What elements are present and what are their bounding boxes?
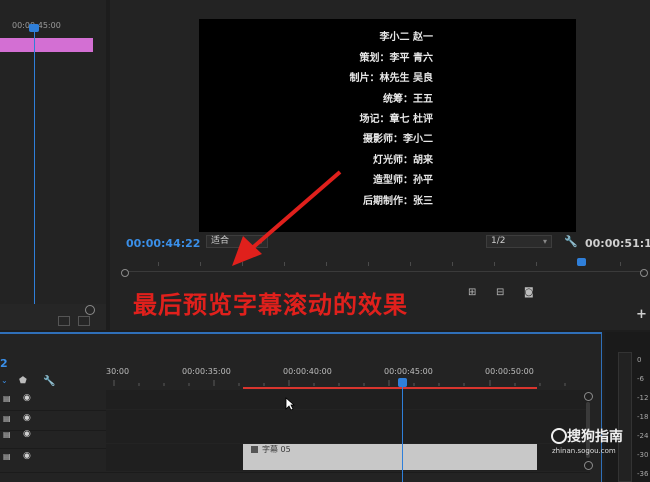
meter-label: -18 <box>637 413 649 421</box>
zoom-fit-select[interactable]: 适合 ▾ <box>206 235 268 248</box>
film-icon[interactable]: ▤ <box>3 394 11 403</box>
credit-line: 造型师：孙平 <box>373 175 433 186</box>
camera-icon[interactable]: ◙ <box>524 288 536 298</box>
ruler-label: 00:00:45:00 <box>384 367 433 376</box>
eye-icon[interactable]: ◉ <box>23 413 31 423</box>
annotation-caption: 最后预览字幕滚动的效果 <box>133 291 408 319</box>
credit-line: 策划：李平 青六 <box>359 53 433 64</box>
mouse-cursor-icon <box>285 397 295 411</box>
ruler-tick <box>494 262 495 266</box>
film-icon[interactable]: ▤ <box>3 452 11 461</box>
track-area[interactable] <box>106 390 590 409</box>
meter-label: -6 <box>637 375 644 383</box>
credit-line: 场记：章七 杜评 <box>359 114 433 125</box>
timeline-playhead-line <box>402 386 403 482</box>
ruler-tick <box>284 262 285 266</box>
ruler-label: 00:00:50:00 <box>485 367 534 376</box>
current-timecode[interactable]: 00:00:44:22 <box>126 237 200 250</box>
ruler-label: 00:00:35:00 <box>182 367 231 376</box>
ruler-tick <box>158 262 159 266</box>
wrench-icon[interactable]: 🔧 <box>43 376 55 387</box>
playback-resolution-select[interactable]: 1/2 ▾ <box>486 235 552 248</box>
subtitle-clip-label: 字幕 05 <box>262 445 291 454</box>
insert-icon[interactable]: ⊞ <box>468 288 480 298</box>
audio-meter-bar <box>618 352 632 482</box>
overwrite-icon[interactable]: ⊟ <box>496 288 508 298</box>
export-frame-icon[interactable] <box>58 316 70 326</box>
meter-label: -12 <box>637 394 649 402</box>
credits-overlay: 李小二 赵一 策划：李平 青六 制片：林先生 吴良 统筹：王五 场记：章七 杜评… <box>199 19 576 232</box>
wrench-icon[interactable]: 🔧 <box>564 236 578 248</box>
film-icon[interactable]: ▤ <box>3 430 11 439</box>
credit-line: 统筹：王五 <box>383 94 433 105</box>
lift-icon[interactable] <box>78 316 90 326</box>
duration-timecode: 00:00:51:15 <box>585 237 650 250</box>
ruler-tick <box>368 262 369 266</box>
ruler-tick <box>452 262 453 266</box>
chevron-down-icon: ▾ <box>542 237 547 246</box>
watermark-text: 搜狗指南 <box>567 429 623 445</box>
left-playhead-handle[interactable] <box>29 24 39 32</box>
left-playhead-line <box>34 26 35 304</box>
film-icon[interactable]: ▤ <box>3 414 11 423</box>
scrub-end-handle[interactable] <box>640 269 648 277</box>
ruler-label: 00:00:40:00 <box>283 367 332 376</box>
ruler-tick <box>200 262 201 266</box>
credit-line: 后期制作：张三 <box>363 196 433 207</box>
monitor-scrub-track[interactable] <box>128 271 643 272</box>
vertical-scroll-handle[interactable] <box>584 392 593 401</box>
track-area[interactable] <box>106 428 590 443</box>
ruler-tick <box>242 262 243 266</box>
ruler-label: 30:00 <box>106 367 130 376</box>
left-scroll-handle[interactable] <box>85 305 95 315</box>
monitor-playhead[interactable] <box>577 258 586 266</box>
scrub-start-handle[interactable] <box>121 269 129 277</box>
meter-label: -30 <box>637 451 649 459</box>
track-v4: ▤ ◉ <box>0 390 590 411</box>
meter-label: 0 <box>637 356 642 364</box>
credit-line: 灯光师：胡来 <box>373 155 433 166</box>
watermark-url: zhinan.sogou.com <box>552 447 616 455</box>
eye-icon[interactable]: ◉ <box>23 451 31 461</box>
eye-icon[interactable]: ◉ <box>23 393 31 403</box>
ruler-tick <box>536 262 537 266</box>
ruler-tick <box>326 262 327 266</box>
track-area[interactable] <box>106 410 590 429</box>
resolution-value: 1/2 <box>491 236 506 246</box>
credit-line: 制片：林先生 吴良 <box>349 73 433 84</box>
timeline-playhead[interactable] <box>398 378 407 387</box>
sequence-tab[interactable]: 2 <box>0 357 8 370</box>
ruler-tick <box>620 262 621 266</box>
ruler-tick <box>410 262 411 266</box>
snap-icon[interactable]: ⌄ <box>1 376 8 385</box>
add-icon[interactable]: + <box>636 307 647 322</box>
chevron-down-icon: ▾ <box>258 237 263 246</box>
meter-label: -24 <box>637 432 649 440</box>
left-clip[interactable] <box>0 38 93 52</box>
work-area-bar[interactable] <box>243 387 537 389</box>
marker-icon[interactable]: ⬟ <box>19 376 27 386</box>
eye-icon[interactable]: ◉ <box>23 429 31 439</box>
clip-fx-icon <box>251 446 258 453</box>
credit-line: 摄影师：李小二 <box>363 134 433 145</box>
meter-label: -36 <box>637 470 649 478</box>
credit-line: 李小二 赵一 <box>379 32 433 43</box>
sogou-logo-icon <box>551 428 567 444</box>
vertical-scroll-handle[interactable] <box>584 461 593 470</box>
zoom-fit-value: 适合 <box>211 236 230 246</box>
